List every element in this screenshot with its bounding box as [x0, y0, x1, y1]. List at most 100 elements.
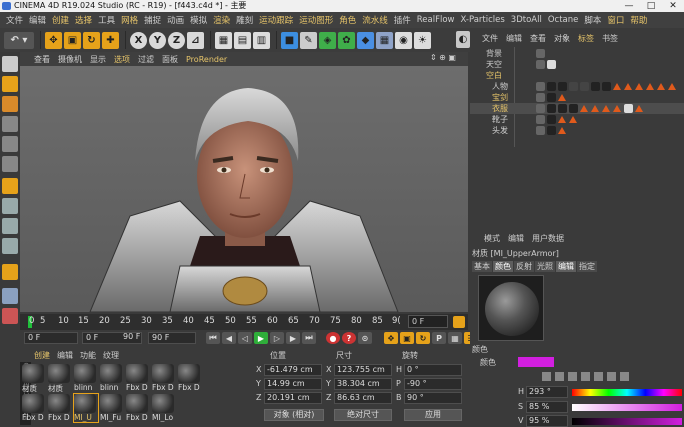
- python-icon[interactable]: ◐: [456, 31, 470, 48]
- tab-editor[interactable]: 编辑: [556, 261, 576, 272]
- kelvin-icon[interactable]: [594, 372, 603, 381]
- grid-icon[interactable]: [2, 308, 18, 324]
- go-to-end-icon[interactable]: ⏭: [302, 332, 316, 344]
- pos-z-field[interactable]: 20.191 cm: [264, 392, 322, 404]
- coordinate-mode-dropdown[interactable]: 对象 (相对): [264, 409, 324, 421]
- menu-animate[interactable]: 动画: [164, 14, 187, 26]
- material-swatch[interactable]: blinn: [74, 364, 98, 392]
- record-icon[interactable]: ●: [326, 332, 340, 344]
- obj-menu-tags[interactable]: 标签: [578, 33, 594, 44]
- object-row-null[interactable]: 空白: [470, 70, 684, 81]
- material-swatch[interactable]: Fbx D: [126, 394, 150, 422]
- apply-button[interactable]: 应用: [404, 409, 462, 421]
- menu-file[interactable]: 文件: [3, 14, 26, 26]
- material-swatch[interactable]: 材质: [22, 364, 46, 394]
- param-key-icon[interactable]: P: [432, 332, 446, 344]
- deformer-icon[interactable]: ◆: [357, 31, 374, 49]
- tweak-mode-icon[interactable]: [2, 198, 18, 214]
- tab-illumination[interactable]: 光照: [535, 261, 555, 272]
- size-mode-dropdown[interactable]: 绝对尺寸: [334, 409, 392, 421]
- menu-simulate[interactable]: 模拟: [187, 14, 210, 26]
- object-row-clothes[interactable]: 衣服: [470, 103, 684, 114]
- undo-button[interactable]: ↶ ▾: [4, 31, 34, 49]
- snap-icon[interactable]: [2, 218, 18, 234]
- current-frame-field[interactable]: 0 F: [408, 315, 448, 328]
- camera-icon[interactable]: ◉: [395, 31, 412, 49]
- viewport-nav-icons[interactable]: ⇕ ⊕ ▣: [430, 53, 456, 62]
- rotation-key-icon[interactable]: ↻: [416, 332, 430, 344]
- tab-color[interactable]: 颜色: [493, 261, 513, 272]
- texture-mode-icon[interactable]: [2, 76, 18, 92]
- x-axis-lock-button[interactable]: X: [130, 31, 147, 49]
- workplane-icon[interactable]: [2, 96, 18, 112]
- scale-key-icon[interactable]: ▣: [400, 332, 414, 344]
- viewport-menu-camera[interactable]: 摄像机: [58, 54, 82, 65]
- pen-icon[interactable]: ✎: [300, 31, 317, 49]
- color-swatch[interactable]: [518, 357, 554, 367]
- workplane-lock-icon[interactable]: [2, 288, 18, 304]
- menu-mesh[interactable]: 网格: [118, 14, 141, 26]
- menu-snap[interactable]: 捕捉: [141, 14, 164, 26]
- obj-menu-object[interactable]: 对象: [554, 33, 570, 44]
- solo-icon[interactable]: [2, 238, 18, 254]
- hue-slider[interactable]: [572, 389, 682, 396]
- menu-octane[interactable]: Octane: [545, 15, 582, 25]
- next-key-icon[interactable]: ▶: [286, 332, 300, 344]
- render-settings-icon[interactable]: ▥: [253, 31, 270, 49]
- rot-h-field[interactable]: 0 °: [404, 364, 462, 376]
- rot-b-field[interactable]: 90 °: [404, 392, 462, 404]
- color-picker-icon[interactable]: [542, 372, 551, 381]
- viewport-menu-options[interactable]: 选项: [114, 54, 130, 65]
- mat-menu-texture[interactable]: 纹理: [103, 350, 119, 361]
- size-y-field[interactable]: 38.304 cm: [334, 378, 392, 390]
- play-icon[interactable]: ▶: [254, 332, 268, 344]
- material-swatch[interactable]: Fbx D: [48, 394, 72, 422]
- mat-menu-edit[interactable]: 编辑: [57, 350, 73, 361]
- material-swatch[interactable]: blinn: [100, 364, 124, 392]
- object-row-hair[interactable]: 头发: [470, 125, 684, 136]
- material-swatch[interactable]: MI_Fu: [100, 394, 124, 422]
- obj-menu-view[interactable]: 查看: [530, 33, 546, 44]
- menu-render[interactable]: 渲染: [210, 14, 233, 26]
- menu-mograph[interactable]: 运动图形: [296, 14, 336, 26]
- s-field[interactable]: 85 %: [526, 401, 568, 413]
- menu-window[interactable]: 窗口: [604, 14, 627, 26]
- hsv-icon[interactable]: [581, 372, 590, 381]
- menu-character[interactable]: 角色: [336, 14, 359, 26]
- menu-motion-tracking[interactable]: 运动跟踪: [256, 14, 296, 26]
- pla-key-icon[interactable]: ▦: [448, 332, 462, 344]
- size-x-field[interactable]: 123.755 cm: [334, 364, 392, 376]
- material-swatch[interactable]: MI_Lo: [152, 394, 176, 422]
- menu-edit[interactable]: 编辑: [26, 14, 49, 26]
- viewport-menu-filter[interactable]: 过滤: [138, 54, 154, 65]
- rotate-tool-icon[interactable]: ↻: [83, 31, 100, 49]
- add-object-icon[interactable]: ✚: [102, 31, 119, 49]
- material-swatch[interactable]: Fbx D: [126, 364, 150, 392]
- viewport-menu-prorender[interactable]: ProRender: [186, 55, 227, 64]
- edges-mode-icon[interactable]: [2, 136, 18, 152]
- object-row-character[interactable]: 人物: [470, 81, 684, 92]
- floor-icon[interactable]: ▦: [376, 31, 393, 49]
- menu-3dtoall[interactable]: 3DtoAll: [508, 15, 545, 25]
- tab-basic[interactable]: 基本: [472, 261, 492, 272]
- attr-menu-mode[interactable]: 模式: [484, 233, 500, 245]
- rgb-icon[interactable]: [568, 372, 577, 381]
- position-key-icon[interactable]: ✥: [384, 332, 398, 344]
- timeline-ruler[interactable]: 5 10 15 20 25 30 35 40 45 50 55 60 65 70…: [20, 314, 468, 330]
- preview-end-field[interactable]: 90 F: [120, 332, 146, 344]
- material-swatch-selected[interactable]: MI_U: [73, 393, 99, 423]
- material-preview[interactable]: [478, 275, 544, 341]
- material-swatch[interactable]: Fbx D: [178, 364, 202, 392]
- obj-menu-edit[interactable]: 编辑: [506, 33, 522, 44]
- quick-lock-icon[interactable]: [2, 264, 18, 280]
- axis-mode-icon[interactable]: [2, 178, 18, 194]
- tab-reflectance[interactable]: 反射: [514, 261, 534, 272]
- viewport-menu-panel[interactable]: 面板: [162, 54, 178, 65]
- polygons-mode-icon[interactable]: [2, 156, 18, 172]
- go-to-start-icon[interactable]: ⏮: [206, 332, 220, 344]
- coordinate-system-icon[interactable]: ⊿: [187, 31, 204, 49]
- object-row-sword[interactable]: 宝剑: [470, 92, 684, 103]
- cube-icon[interactable]: ■: [281, 31, 298, 49]
- size-z-field[interactable]: 86.63 cm: [334, 392, 392, 404]
- light-icon[interactable]: ☀: [414, 31, 431, 49]
